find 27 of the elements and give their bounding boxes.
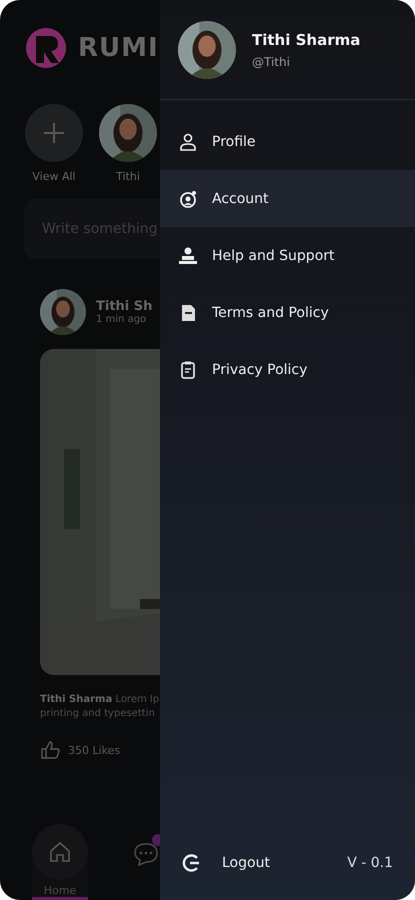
menu-item[interactable]: Account bbox=[160, 170, 415, 227]
plus-icon bbox=[43, 122, 65, 144]
help-icon bbox=[178, 246, 198, 266]
post-caption: Tithi Sharma Lorem Ip printing and typesettin bbox=[40, 693, 160, 721]
user-handle: @Tithi bbox=[252, 54, 291, 68]
app-name: RUMI bbox=[78, 33, 159, 63]
logout-icon bbox=[182, 854, 200, 872]
like-icon bbox=[40, 741, 60, 759]
menu-item[interactable]: Terms and Policy bbox=[160, 284, 415, 341]
logo-icon bbox=[24, 26, 68, 70]
logout-button[interactable]: Logout bbox=[182, 854, 270, 872]
chat-icon bbox=[133, 842, 159, 866]
menu-item[interactable]: Privacy Policy bbox=[160, 341, 415, 398]
profile-icon bbox=[178, 132, 198, 152]
story-label: Tithi bbox=[116, 170, 140, 183]
menu-item[interactable]: Help and Support bbox=[160, 227, 415, 284]
privacy-icon bbox=[178, 360, 198, 380]
account-icon bbox=[178, 188, 198, 208]
version-label: V - 0.1 bbox=[347, 855, 393, 871]
story-label: View All bbox=[32, 170, 76, 183]
menu-item[interactable]: Profile bbox=[160, 113, 415, 170]
like-count: 350 Likes bbox=[68, 744, 120, 756]
post-time: 1 min ago bbox=[96, 314, 148, 325]
user-name: Tithi Sharma bbox=[252, 30, 360, 48]
post-author: Tithi Sh bbox=[96, 299, 152, 314]
home-icon bbox=[48, 840, 72, 864]
avatar bbox=[40, 289, 86, 335]
